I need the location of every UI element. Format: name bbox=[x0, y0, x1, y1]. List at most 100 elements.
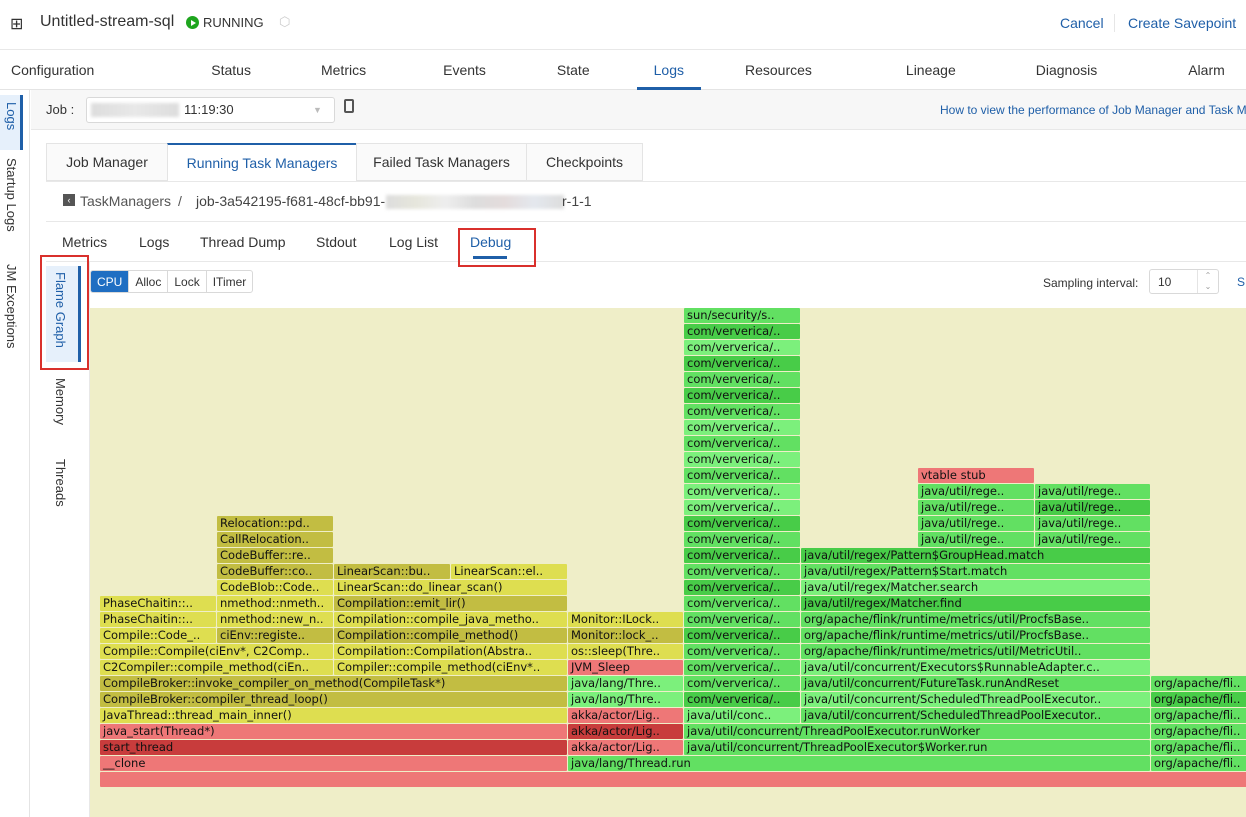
subtab-stdout[interactable]: Stdout bbox=[316, 234, 356, 250]
flame-frame[interactable]: Compilation::Compilation(Abstra.. bbox=[334, 644, 567, 659]
stepper-icon[interactable]: ⌃ ⌄ bbox=[1197, 270, 1218, 293]
flame-frame[interactable]: java/util/concurrent/Executors$RunnableA… bbox=[801, 660, 1150, 675]
flame-frame[interactable]: akka/actor/Lig.. bbox=[568, 740, 683, 755]
flame-frame[interactable]: com/ververica/.. bbox=[684, 372, 800, 387]
flame-frame[interactable]: sun/security/s.. bbox=[684, 308, 800, 323]
flame-frame[interactable]: LinearScan::bu.. bbox=[334, 564, 450, 579]
flame-frame[interactable]: LinearScan::el.. bbox=[451, 564, 567, 579]
flame-frame[interactable]: PhaseChaitin::.. bbox=[100, 596, 216, 611]
flame-frame[interactable]: org/apache/fli.. bbox=[1151, 756, 1246, 771]
flame-frame[interactable]: java/util/concurrent/ScheduledThreadPool… bbox=[801, 708, 1150, 723]
flame-frame[interactable]: akka/actor/Lig.. bbox=[568, 724, 683, 739]
tab-metrics[interactable]: Metrics bbox=[321, 50, 366, 90]
flame-frame[interactable]: com/ververica/.. bbox=[684, 484, 800, 499]
tab-state[interactable]: State bbox=[557, 50, 590, 90]
flame-frame[interactable]: com/ververica/.. bbox=[684, 628, 800, 643]
flame-frame[interactable]: LinearScan::do_linear_scan() bbox=[334, 580, 567, 595]
flame-frame[interactable]: CallRelocation.. bbox=[217, 532, 333, 547]
flame-frame[interactable]: java/util/concurrent/ScheduledThreadPool… bbox=[801, 692, 1150, 707]
inner-tab-threads[interactable]: Threads bbox=[53, 459, 68, 507]
flame-frame[interactable]: CompileBroker::invoke_compiler_on_method… bbox=[100, 676, 567, 691]
task-tab-checkpoints[interactable]: Checkpoints bbox=[526, 143, 643, 181]
sampling-submit-button[interactable]: S bbox=[1237, 275, 1245, 289]
tab-lineage[interactable]: Lineage bbox=[906, 50, 956, 90]
flame-frame[interactable]: nmethod::new_n.. bbox=[217, 612, 333, 627]
flame-frame[interactable]: Monitor::ILock.. bbox=[568, 612, 683, 627]
flame-frame[interactable]: CodeBlob::Code.. bbox=[217, 580, 333, 595]
sidebar-item-startup-logs[interactable]: Startup Logs bbox=[4, 158, 19, 232]
flame-frame[interactable]: start_thread bbox=[100, 740, 567, 755]
tab-alarm[interactable]: Alarm bbox=[1188, 50, 1225, 90]
breadcrumb-taskmanagers[interactable]: TaskManagers bbox=[80, 193, 171, 209]
copy-icon[interactable] bbox=[344, 99, 354, 113]
subtab-log-list[interactable]: Log List bbox=[389, 234, 438, 250]
flame-frame[interactable]: Compilation::emit_lir() bbox=[334, 596, 567, 611]
tab-resources[interactable]: Resources bbox=[745, 50, 812, 90]
tab-logs[interactable]: Logs bbox=[636, 50, 702, 90]
flame-frame[interactable]: com/ververica/.. bbox=[684, 612, 800, 627]
flame-frame[interactable]: com/ververica/.. bbox=[684, 692, 800, 707]
tab-events[interactable]: Events bbox=[443, 50, 486, 90]
flame-frame[interactable]: nmethod::nmeth.. bbox=[217, 596, 333, 611]
task-tab-job-manager[interactable]: Job Manager bbox=[46, 143, 167, 181]
flame-frame[interactable]: java/util/concurrent/ThreadPoolExecutor.… bbox=[684, 724, 1150, 739]
flame-frame[interactable]: com/ververica/.. bbox=[684, 580, 800, 595]
flame-frame[interactable]: com/ververica/.. bbox=[684, 404, 800, 419]
flame-frame[interactable]: java/util/regex/Matcher.find bbox=[801, 596, 1150, 611]
flame-frame[interactable]: org/apache/fli.. bbox=[1151, 676, 1246, 691]
mode-itimer-button[interactable]: ITimer bbox=[207, 271, 253, 292]
flame-frame[interactable]: com/ververica/.. bbox=[684, 532, 800, 547]
tab-status[interactable]: Status bbox=[211, 50, 251, 90]
task-tab-failed-task-managers[interactable]: Failed Task Managers bbox=[356, 143, 526, 181]
flame-frame[interactable]: com/ververica/.. bbox=[684, 356, 800, 371]
flame-frame[interactable]: Compilation::compile_java_metho.. bbox=[334, 612, 567, 627]
flame-frame[interactable]: CodeBuffer::re.. bbox=[217, 548, 333, 563]
flame-frame[interactable]: java/util/rege.. bbox=[918, 484, 1034, 499]
subtab-metrics[interactable]: Metrics bbox=[62, 234, 107, 250]
flame-frame[interactable]: java/util/rege.. bbox=[1035, 500, 1150, 515]
flame-frame[interactable]: java/util/rege.. bbox=[918, 500, 1034, 515]
sidebar-item-logs[interactable]: Logs bbox=[4, 102, 19, 130]
cancel-button[interactable]: Cancel bbox=[1060, 15, 1104, 31]
flame-frame[interactable]: Compilation::compile_method() bbox=[334, 628, 567, 643]
flame-frame[interactable]: org/apache/fli.. bbox=[1151, 724, 1246, 739]
flame-frame[interactable]: com/ververica/.. bbox=[684, 660, 800, 675]
mode-alloc-button[interactable]: Alloc bbox=[129, 271, 169, 292]
flame-frame[interactable]: com/ververica/.. bbox=[684, 452, 800, 467]
flame-frame[interactable]: org/apache/fli.. bbox=[1151, 740, 1246, 755]
mode-cpu-button[interactable]: CPU bbox=[91, 271, 130, 292]
tab-configuration[interactable]: Configuration bbox=[11, 50, 94, 90]
sampling-interval-input[interactable]: 10 ⌃ ⌄ bbox=[1149, 269, 1219, 294]
flame-frame[interactable]: com/ververica/.. bbox=[684, 548, 800, 563]
task-tab-running-task-managers[interactable]: Running Task Managers bbox=[167, 143, 356, 181]
flame-frame[interactable]: com/ververica/.. bbox=[684, 676, 800, 691]
flame-frame[interactable]: java/util/regex/Pattern$Start.match bbox=[801, 564, 1150, 579]
job-select[interactable]: 11:19:30 ▼ bbox=[86, 97, 335, 123]
back-icon[interactable]: ‹ bbox=[63, 194, 75, 206]
flame-frame[interactable]: org/apache/flink/runtime/metrics/util/Pr… bbox=[801, 612, 1150, 627]
tab-diagnosis[interactable]: Diagnosis bbox=[1036, 50, 1097, 90]
flame-frame[interactable] bbox=[100, 772, 1246, 787]
create-savepoint-button[interactable]: Create Savepoint bbox=[1128, 15, 1236, 31]
flame-frame[interactable]: java/util/regex/Matcher.search bbox=[801, 580, 1150, 595]
flame-frame[interactable]: C2Compiler::compile_method(ciEn.. bbox=[100, 660, 333, 675]
sidebar-item-jm-exceptions[interactable]: JM Exceptions bbox=[4, 264, 19, 349]
flame-frame[interactable]: akka/actor/Lig.. bbox=[568, 708, 683, 723]
flame-frame[interactable]: java/util/concurrent/FutureTask.runAndRe… bbox=[801, 676, 1150, 691]
flame-frame[interactable]: __clone bbox=[100, 756, 567, 771]
flame-frame[interactable]: com/ververica/.. bbox=[684, 468, 800, 483]
flame-frame[interactable]: java/lang/Thre.. bbox=[568, 692, 683, 707]
flame-frame[interactable]: ciEnv::registe.. bbox=[217, 628, 333, 643]
flame-frame[interactable]: java/lang/Thre.. bbox=[568, 676, 683, 691]
flame-frame[interactable]: os::sleep(Thre.. bbox=[568, 644, 683, 659]
flame-frame[interactable]: java/util/concurrent/ThreadPoolExecutor$… bbox=[684, 740, 1150, 755]
flame-frame[interactable]: java/util/conc.. bbox=[684, 708, 800, 723]
flame-frame[interactable]: java/util/rege.. bbox=[918, 516, 1034, 531]
cube-icon[interactable]: ⬡ bbox=[279, 14, 290, 30]
flame-frame[interactable]: com/ververica/.. bbox=[684, 564, 800, 579]
flame-frame[interactable]: java/util/rege.. bbox=[1035, 532, 1150, 547]
flame-frame[interactable]: java/util/rege.. bbox=[918, 532, 1034, 547]
flame-frame[interactable]: com/ververica/.. bbox=[684, 644, 800, 659]
inner-tab-memory[interactable]: Memory bbox=[53, 378, 68, 425]
flame-frame[interactable]: JavaThread::thread_main_inner() bbox=[100, 708, 567, 723]
